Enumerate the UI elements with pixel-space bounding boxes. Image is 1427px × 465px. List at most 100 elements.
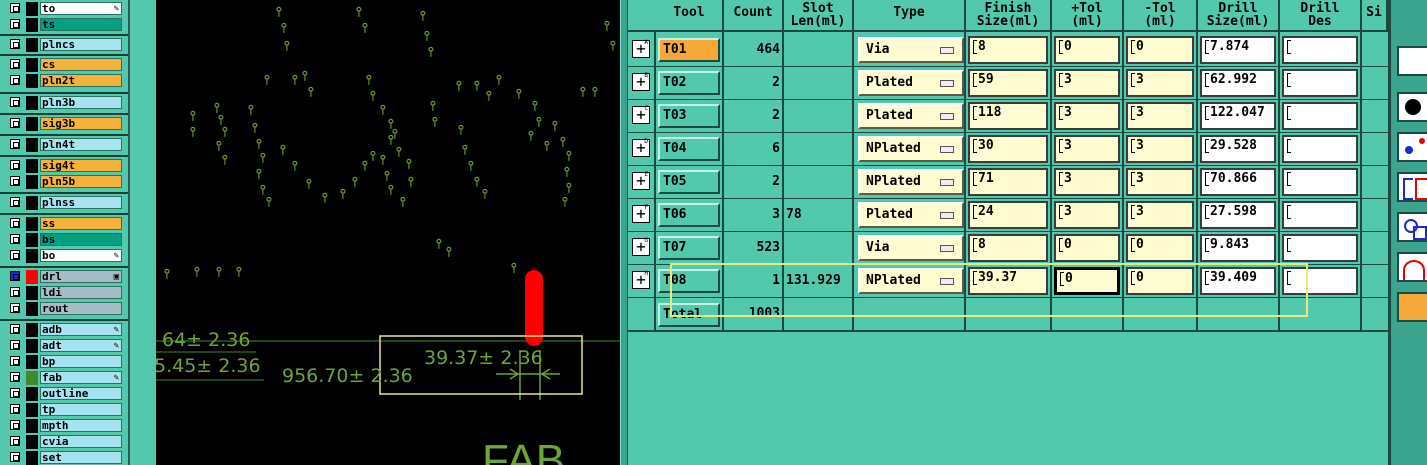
component-footprint-icon[interactable]: ⫯ — [222, 126, 228, 139]
plus-tol-field[interactable]: 0 — [1054, 267, 1120, 295]
component-footprint-icon[interactable]: ⫯ — [566, 182, 572, 195]
drill-size-field[interactable]: 9.843 — [1200, 234, 1276, 262]
layer-visibility-checkbox[interactable] — [10, 356, 20, 366]
layer-row-pln2t[interactable]: pln2t — [0, 74, 128, 88]
component-footprint-icon[interactable]: ⫯ — [604, 20, 610, 33]
layer-name-label[interactable]: cvia — [40, 435, 122, 448]
type-dropdown[interactable]: Plated — [858, 70, 964, 96]
layer-name-label[interactable]: set — [40, 451, 122, 464]
drill-size-field[interactable]: 70.866 — [1200, 168, 1276, 196]
component-footprint-icon[interactable]: ⫯ — [580, 86, 586, 99]
layer-color-swatch[interactable] — [26, 138, 38, 152]
component-footprint-icon[interactable]: ⫯ — [276, 6, 282, 19]
component-footprint-icon[interactable]: ⫯ — [592, 86, 598, 99]
component-footprint-icon[interactable]: ⫯ — [216, 140, 222, 153]
component-footprint-icon[interactable]: ⫯ — [432, 116, 438, 129]
component-footprint-icon[interactable]: ⫯ — [256, 138, 262, 151]
layer-row-bp[interactable]: bp — [0, 355, 128, 369]
expand-plus-icon[interactable]: + E — [632, 172, 650, 190]
component-footprint-icon[interactable]: ⫯ — [610, 40, 616, 53]
drill-des-field[interactable] — [1282, 69, 1358, 97]
component-footprint-icon[interactable]: ⫯ — [281, 22, 287, 35]
component-footprint-icon[interactable]: ⫯ — [496, 74, 502, 87]
layer-color-swatch[interactable] — [26, 18, 38, 32]
layer-color-swatch[interactable] — [26, 387, 38, 401]
finish-size-field[interactable]: 24 — [968, 201, 1048, 229]
expand-plus-icon[interactable]: + B — [632, 73, 650, 91]
layer-visibility-checkbox[interactable] — [10, 39, 20, 49]
layer-name-label[interactable]: bs — [40, 233, 122, 246]
type-dropdown[interactable]: Via — [858, 235, 964, 261]
layer-visibility-checkbox[interactable] — [10, 234, 20, 244]
layer-color-swatch[interactable] — [26, 419, 38, 433]
layer-visibility-checkbox[interactable] — [10, 436, 20, 446]
component-footprint-icon[interactable]: ⫯ — [544, 140, 550, 153]
layer-visibility-checkbox[interactable] — [10, 340, 20, 350]
component-footprint-icon[interactable]: ⫯ — [482, 188, 488, 201]
component-footprint-icon[interactable]: ⫯ — [216, 266, 222, 279]
component-footprint-icon[interactable]: ⫯ — [446, 246, 452, 259]
component-footprint-icon[interactable]: ⫯ — [456, 80, 462, 93]
column-header[interactable]: Drill Des — [1280, 0, 1362, 30]
finish-size-field[interactable]: 118 — [968, 102, 1048, 130]
component-footprint-icon[interactable]: ⫯ — [366, 74, 372, 87]
layer-visibility-checkbox[interactable] — [10, 303, 20, 313]
layer-name-label[interactable]: pln3b — [40, 96, 122, 109]
column-header[interactable]: Type — [854, 0, 966, 30]
drill-des-field[interactable] — [1282, 102, 1358, 130]
component-footprint-icon[interactable]: ⫯ — [408, 176, 414, 189]
component-footprint-icon[interactable]: ⫯ — [292, 74, 298, 87]
component-footprint-icon[interactable]: ⫯ — [280, 144, 286, 157]
component-footprint-icon[interactable]: ⫯ — [362, 160, 368, 173]
layer-visibility-checkbox[interactable] — [10, 324, 20, 334]
tool-button[interactable]: T03 — [658, 104, 720, 128]
component-footprint-icon[interactable]: ⫯ — [252, 122, 258, 135]
component-footprint-icon[interactable]: ⫯ — [474, 80, 480, 93]
layer-visibility-checkbox[interactable] — [10, 404, 20, 414]
column-header[interactable]: Tool — [656, 0, 724, 30]
component-footprint-icon[interactable]: ⫯ — [306, 178, 312, 191]
layer-row-pln3b[interactable]: pln3b — [0, 96, 128, 110]
layer-visibility-checkbox[interactable] — [10, 197, 20, 207]
layer-row-pln5b[interactable]: pln5b — [0, 175, 128, 189]
component-footprint-icon[interactable]: ⫯ — [552, 120, 558, 133]
drill-des-field[interactable] — [1282, 135, 1358, 163]
component-footprint-icon[interactable]: ⫯ — [486, 90, 492, 103]
expand-plus-icon[interactable]: + H — [632, 271, 650, 289]
component-footprint-icon[interactable]: ⫯ — [388, 184, 394, 197]
component-footprint-icon[interactable]: ⫯ — [190, 126, 196, 139]
component-footprint-icon[interactable]: ⫯ — [256, 168, 262, 181]
component-footprint-icon[interactable]: ⫯ — [380, 154, 386, 167]
layer-name-label[interactable]: outline — [40, 387, 122, 400]
layer-color-swatch[interactable] — [26, 270, 38, 284]
layer-name-label[interactable]: pln5b — [40, 175, 122, 188]
layer-color-swatch[interactable] — [26, 339, 38, 353]
plus-tol-field[interactable]: 3 — [1054, 135, 1120, 163]
layer-color-swatch[interactable] — [26, 38, 38, 52]
layer-row-sig4t[interactable]: sig4t — [0, 159, 128, 173]
drill-des-field[interactable] — [1282, 201, 1358, 229]
component-footprint-icon[interactable]: ⫯ — [420, 10, 426, 23]
layer-name-label[interactable]: tp — [40, 403, 122, 416]
component-footprint-icon[interactable]: ⫯ — [424, 30, 430, 43]
layer-name-label[interactable]: fab ✎ — [40, 371, 122, 384]
plus-tol-field[interactable]: 0 — [1054, 36, 1120, 64]
component-footprint-icon[interactable]: ⫯ — [266, 196, 272, 209]
component-footprint-icon[interactable]: ⫯ — [430, 100, 436, 113]
layer-row-cs[interactable]: cs — [0, 58, 128, 72]
layer-visibility-checkbox[interactable] — [10, 420, 20, 430]
component-footprint-icon[interactable]: ⫯ — [436, 238, 442, 251]
layer-row-outline[interactable]: outline — [0, 387, 128, 401]
component-footprint-icon[interactable]: ⫯ — [474, 176, 480, 189]
column-header[interactable]: Si — [1362, 0, 1388, 30]
layer-row-fab[interactable]: fab ✎ — [0, 371, 128, 385]
layer-name-label[interactable]: pln2t — [40, 74, 122, 87]
layer-row-tp[interactable]: tp — [0, 403, 128, 417]
board-canvas[interactable]: FAB 64± 2.36 5.45± 2.36 956.70± 2.36 39.… — [156, 0, 620, 465]
layer-color-swatch[interactable] — [26, 249, 38, 263]
component-footprint-icon[interactable]: ⫯ — [528, 130, 534, 143]
plus-tol-field[interactable]: 3 — [1054, 201, 1120, 229]
pane-splitter[interactable] — [620, 0, 628, 465]
component-footprint-icon[interactable]: ⫯ — [536, 116, 542, 129]
component-footprint-icon[interactable]: ⫯ — [222, 154, 228, 167]
